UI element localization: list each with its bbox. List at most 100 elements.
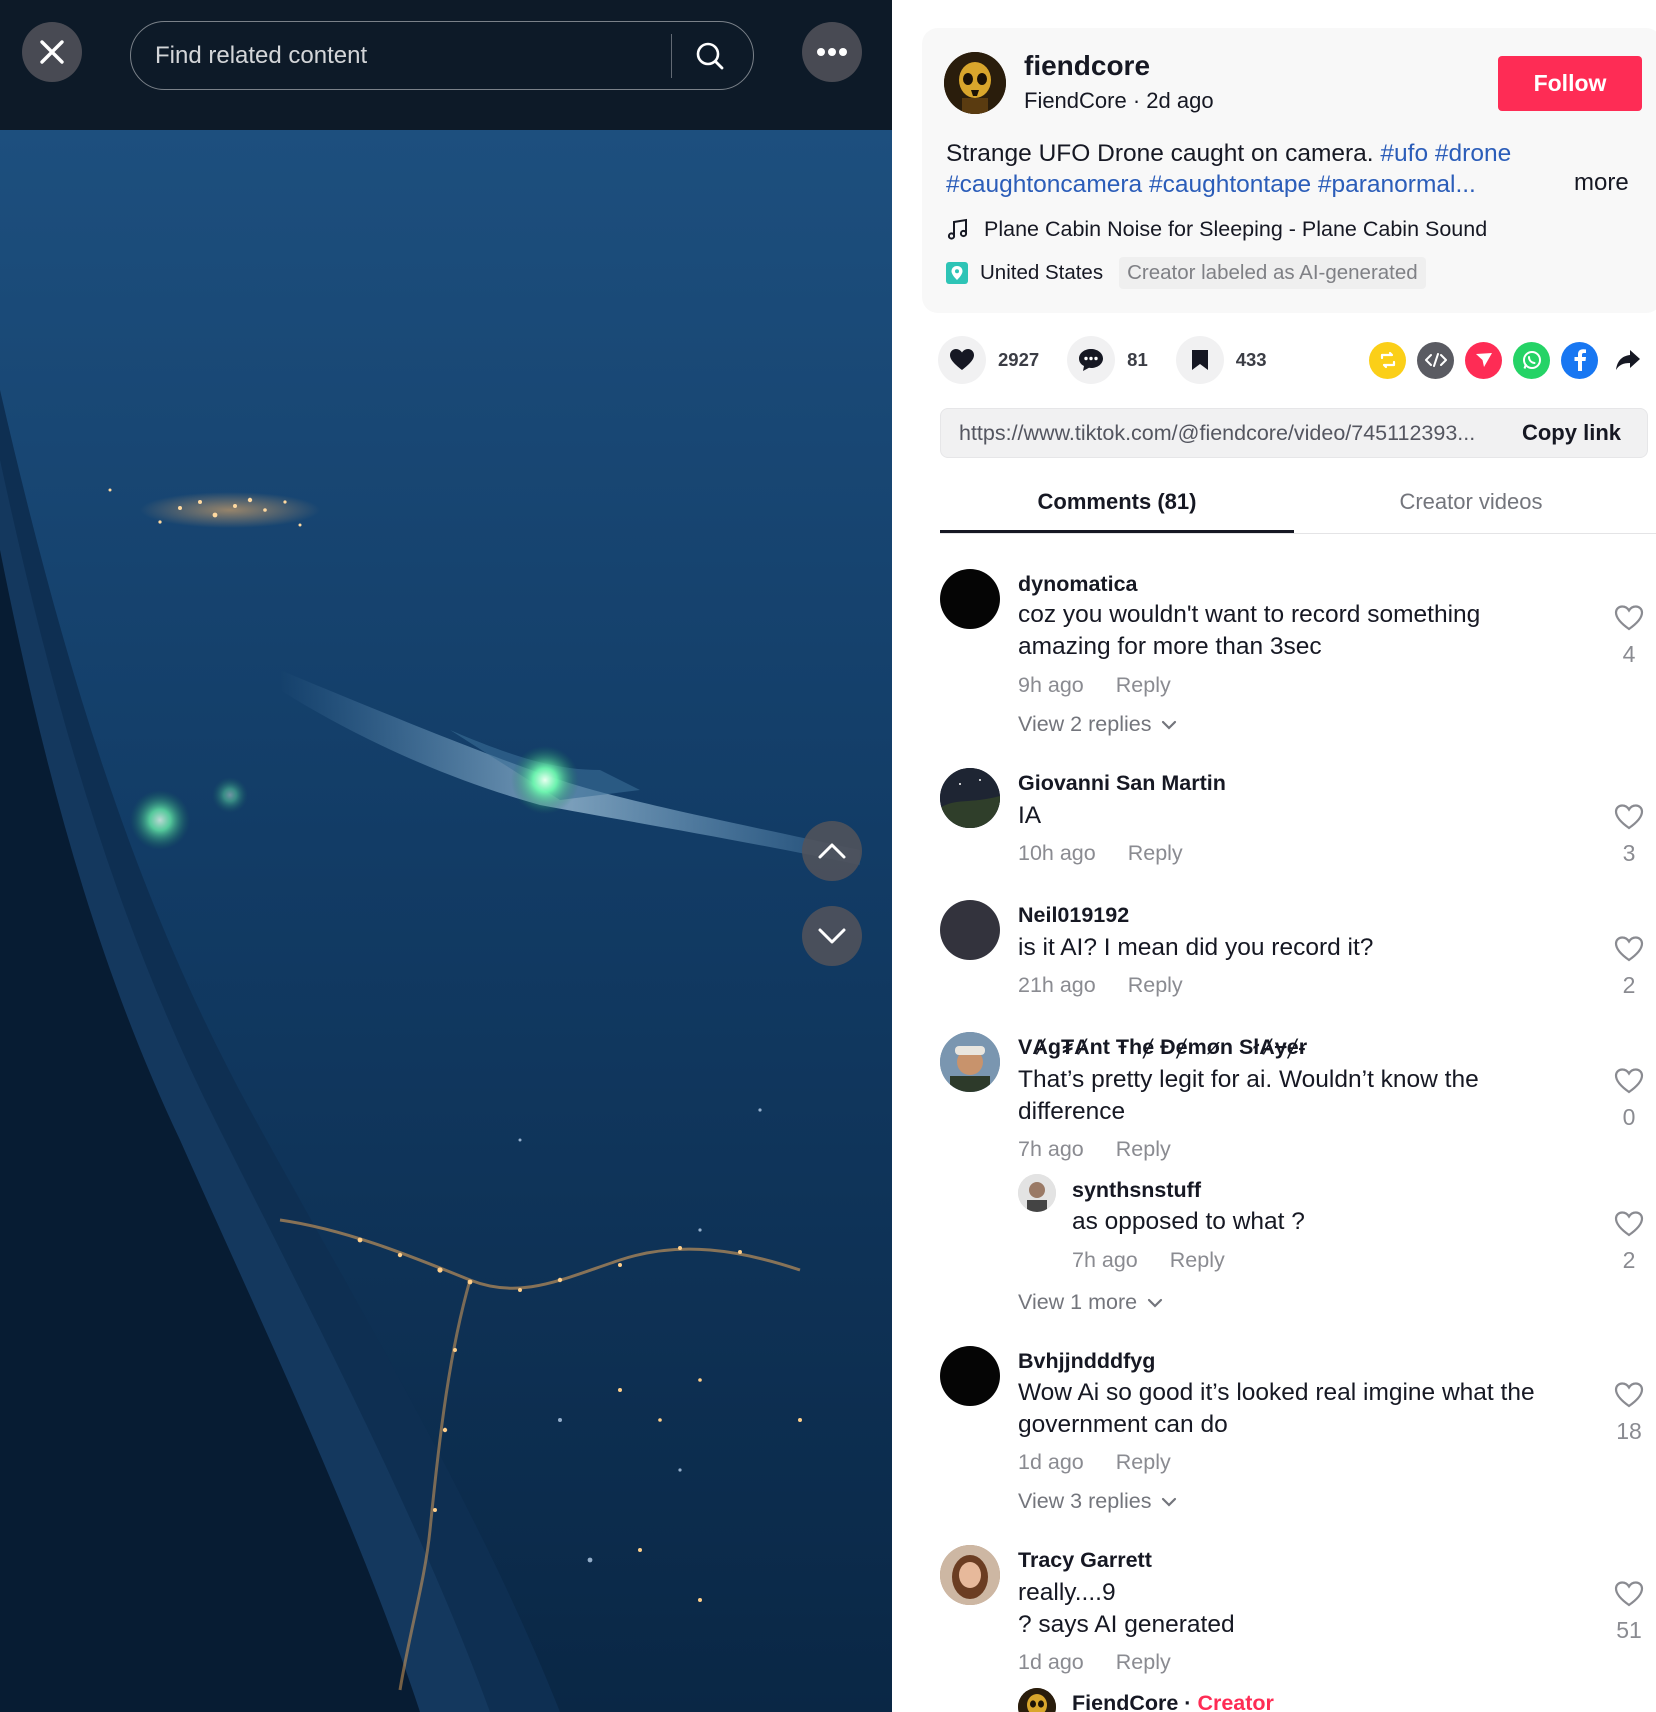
reply-button[interactable]: Reply [1116, 1450, 1171, 1474]
video-frame-image [0, 130, 892, 1712]
author-avatar[interactable] [944, 52, 1006, 114]
commenter-avatar[interactable] [940, 1346, 1000, 1406]
comment-time: 9h ago [1018, 673, 1084, 697]
author-display-name[interactable]: FiendCore [1024, 88, 1127, 113]
video-pane[interactable] [0, 0, 892, 1712]
reply-username-link[interactable]: FiendCore [1072, 1691, 1178, 1712]
comment-username[interactable]: dynomatica [1018, 572, 1137, 597]
copy-link-button[interactable]: Copy link [1522, 420, 1647, 446]
comment-meta: 21h ago Reply [1018, 973, 1183, 998]
comment-like-button[interactable]: 18 [1604, 1381, 1654, 1445]
reply-button[interactable]: Reply [1116, 1650, 1171, 1674]
like-button[interactable] [938, 336, 986, 384]
commenter-avatar[interactable] [940, 768, 1000, 828]
comment-text: IA [1018, 802, 1042, 829]
facebook-icon[interactable] [1561, 341, 1598, 379]
location-pin-icon [946, 262, 968, 284]
close-button[interactable] [22, 22, 82, 82]
follow-button[interactable]: Follow [1498, 56, 1642, 111]
search-bar[interactable] [130, 21, 754, 90]
comment-like-button[interactable]: 51 [1604, 1580, 1654, 1644]
view-replies-button[interactable]: View 3 replies [1018, 1489, 1177, 1514]
creator-badge: Creator [1197, 1691, 1274, 1712]
comment-username[interactable]: Tracy Garrett [1018, 1548, 1152, 1573]
reply-button[interactable]: Reply [1128, 973, 1183, 997]
comment-like-button[interactable]: 3 [1604, 803, 1654, 867]
caption-more-link[interactable]: more [1574, 169, 1629, 197]
whatsapp-icon[interactable] [1513, 341, 1550, 379]
video-link-url[interactable]: https://www.tiktok.com/@fiendcore/video/… [941, 421, 1475, 446]
tab-creator-videos[interactable]: Creator videos [1294, 482, 1648, 533]
comment-like-button[interactable]: 2 [1604, 935, 1654, 999]
previous-video-button[interactable] [802, 821, 862, 881]
search-input[interactable] [131, 41, 671, 70]
comment-like-button[interactable]: 0 [1604, 1067, 1654, 1131]
commenter-avatar[interactable] [940, 1545, 1000, 1605]
commenter-avatar[interactable] [940, 569, 1000, 629]
like-count: 2927 [998, 349, 1040, 370]
hashtag[interactable]: #caughtoncamera [946, 171, 1142, 198]
tab-comments[interactable]: Comments (81) [940, 482, 1294, 533]
view-more-replies-button[interactable]: View 1 more [1018, 1290, 1163, 1315]
heart-outline-icon [1614, 605, 1644, 631]
video-link-box: https://www.tiktok.com/@fiendcore/video/… [940, 408, 1648, 458]
comment-meta: 7h ago Reply [1018, 1137, 1171, 1162]
comment-stat[interactable]: 81 [1067, 336, 1148, 384]
music-title: Plane Cabin Noise for Sleeping - Plane C… [984, 216, 1488, 241]
next-video-button[interactable] [802, 906, 862, 966]
comment-like-count: 4 [1622, 641, 1636, 667]
like-stat[interactable]: 2927 [938, 336, 1039, 384]
reply-button[interactable]: Reply [1170, 1248, 1225, 1272]
save-button[interactable] [1175, 336, 1224, 384]
heart-outline-icon [1614, 936, 1644, 962]
comment-username[interactable]: VȺg₮Ⱥnt Ŧhɇ Đɇmøn SłȺɏɇɍ [1018, 1035, 1307, 1060]
chevron-up-icon [818, 843, 846, 859]
hashtag[interactable]: #drone [1435, 140, 1511, 167]
comment-like-count: 0 [1622, 1104, 1636, 1130]
send-icon[interactable] [1465, 341, 1502, 379]
hashtag[interactable]: #caughtontape [1149, 171, 1311, 198]
share-arrow-icon[interactable] [1609, 342, 1646, 379]
location-tag[interactable]: United States [946, 261, 1103, 285]
comment-like-button[interactable]: 4 [1604, 604, 1654, 668]
post-tags-row: United States Creator labeled as AI-gene… [946, 256, 1426, 290]
caption: Strange UFO Drone caught on camera. #ufo… [946, 138, 1566, 200]
reply-like-button[interactable]: 2 [1604, 1210, 1654, 1274]
embed-icon[interactable] [1417, 341, 1454, 379]
save-stat[interactable]: 433 [1175, 336, 1267, 384]
replier-avatar[interactable] [1018, 1174, 1056, 1212]
chevron-down-icon [818, 928, 846, 944]
comment-like-count: 51 [1616, 1617, 1642, 1643]
more-options-button[interactable] [802, 22, 862, 82]
video-player[interactable] [0, 130, 892, 1712]
hashtag[interactable]: #paranormal... [1318, 171, 1476, 198]
comment-username[interactable]: Neil019192 [1018, 903, 1129, 928]
heart-outline-icon [1614, 1382, 1644, 1408]
comment-username[interactable]: Giovanni San Martin [1018, 771, 1226, 796]
reply-time: 7h ago [1072, 1248, 1138, 1272]
close-icon [40, 40, 64, 64]
reply-button[interactable]: Reply [1116, 1137, 1171, 1161]
comment-like-count: 2 [1622, 972, 1636, 998]
view-replies-button[interactable]: View 2 replies [1018, 712, 1177, 737]
tabs: Comments (81) Creator videos [940, 482, 1656, 534]
comment-text: really....9 ? says AI generated [1018, 1579, 1235, 1638]
author-handle[interactable]: fiendcore [1024, 50, 1150, 82]
save-count: 433 [1235, 349, 1267, 370]
video-topbar [0, 0, 892, 130]
reply-button[interactable]: Reply [1116, 673, 1171, 697]
music-row[interactable]: Plane Cabin Noise for Sleeping - Plane C… [946, 214, 1487, 244]
comment-meta: 1d ago Reply [1018, 1450, 1171, 1475]
commenter-avatar[interactable] [940, 1032, 1000, 1092]
comment-username[interactable]: Bvhjjndddfyg [1018, 1349, 1155, 1374]
comment-meta: 9h ago Reply [1018, 673, 1171, 698]
reply-username[interactable]: synthsnstuff [1072, 1178, 1201, 1203]
comment-button[interactable] [1067, 336, 1116, 384]
hashtag[interactable]: #ufo [1380, 140, 1428, 167]
comment-time: 10h ago [1018, 841, 1096, 865]
repost-icon[interactable] [1369, 341, 1406, 379]
search-button[interactable] [672, 26, 748, 86]
reply-button[interactable]: Reply [1128, 841, 1183, 865]
comment-time: 1d ago [1018, 1450, 1084, 1474]
commenter-avatar[interactable] [940, 900, 1000, 960]
